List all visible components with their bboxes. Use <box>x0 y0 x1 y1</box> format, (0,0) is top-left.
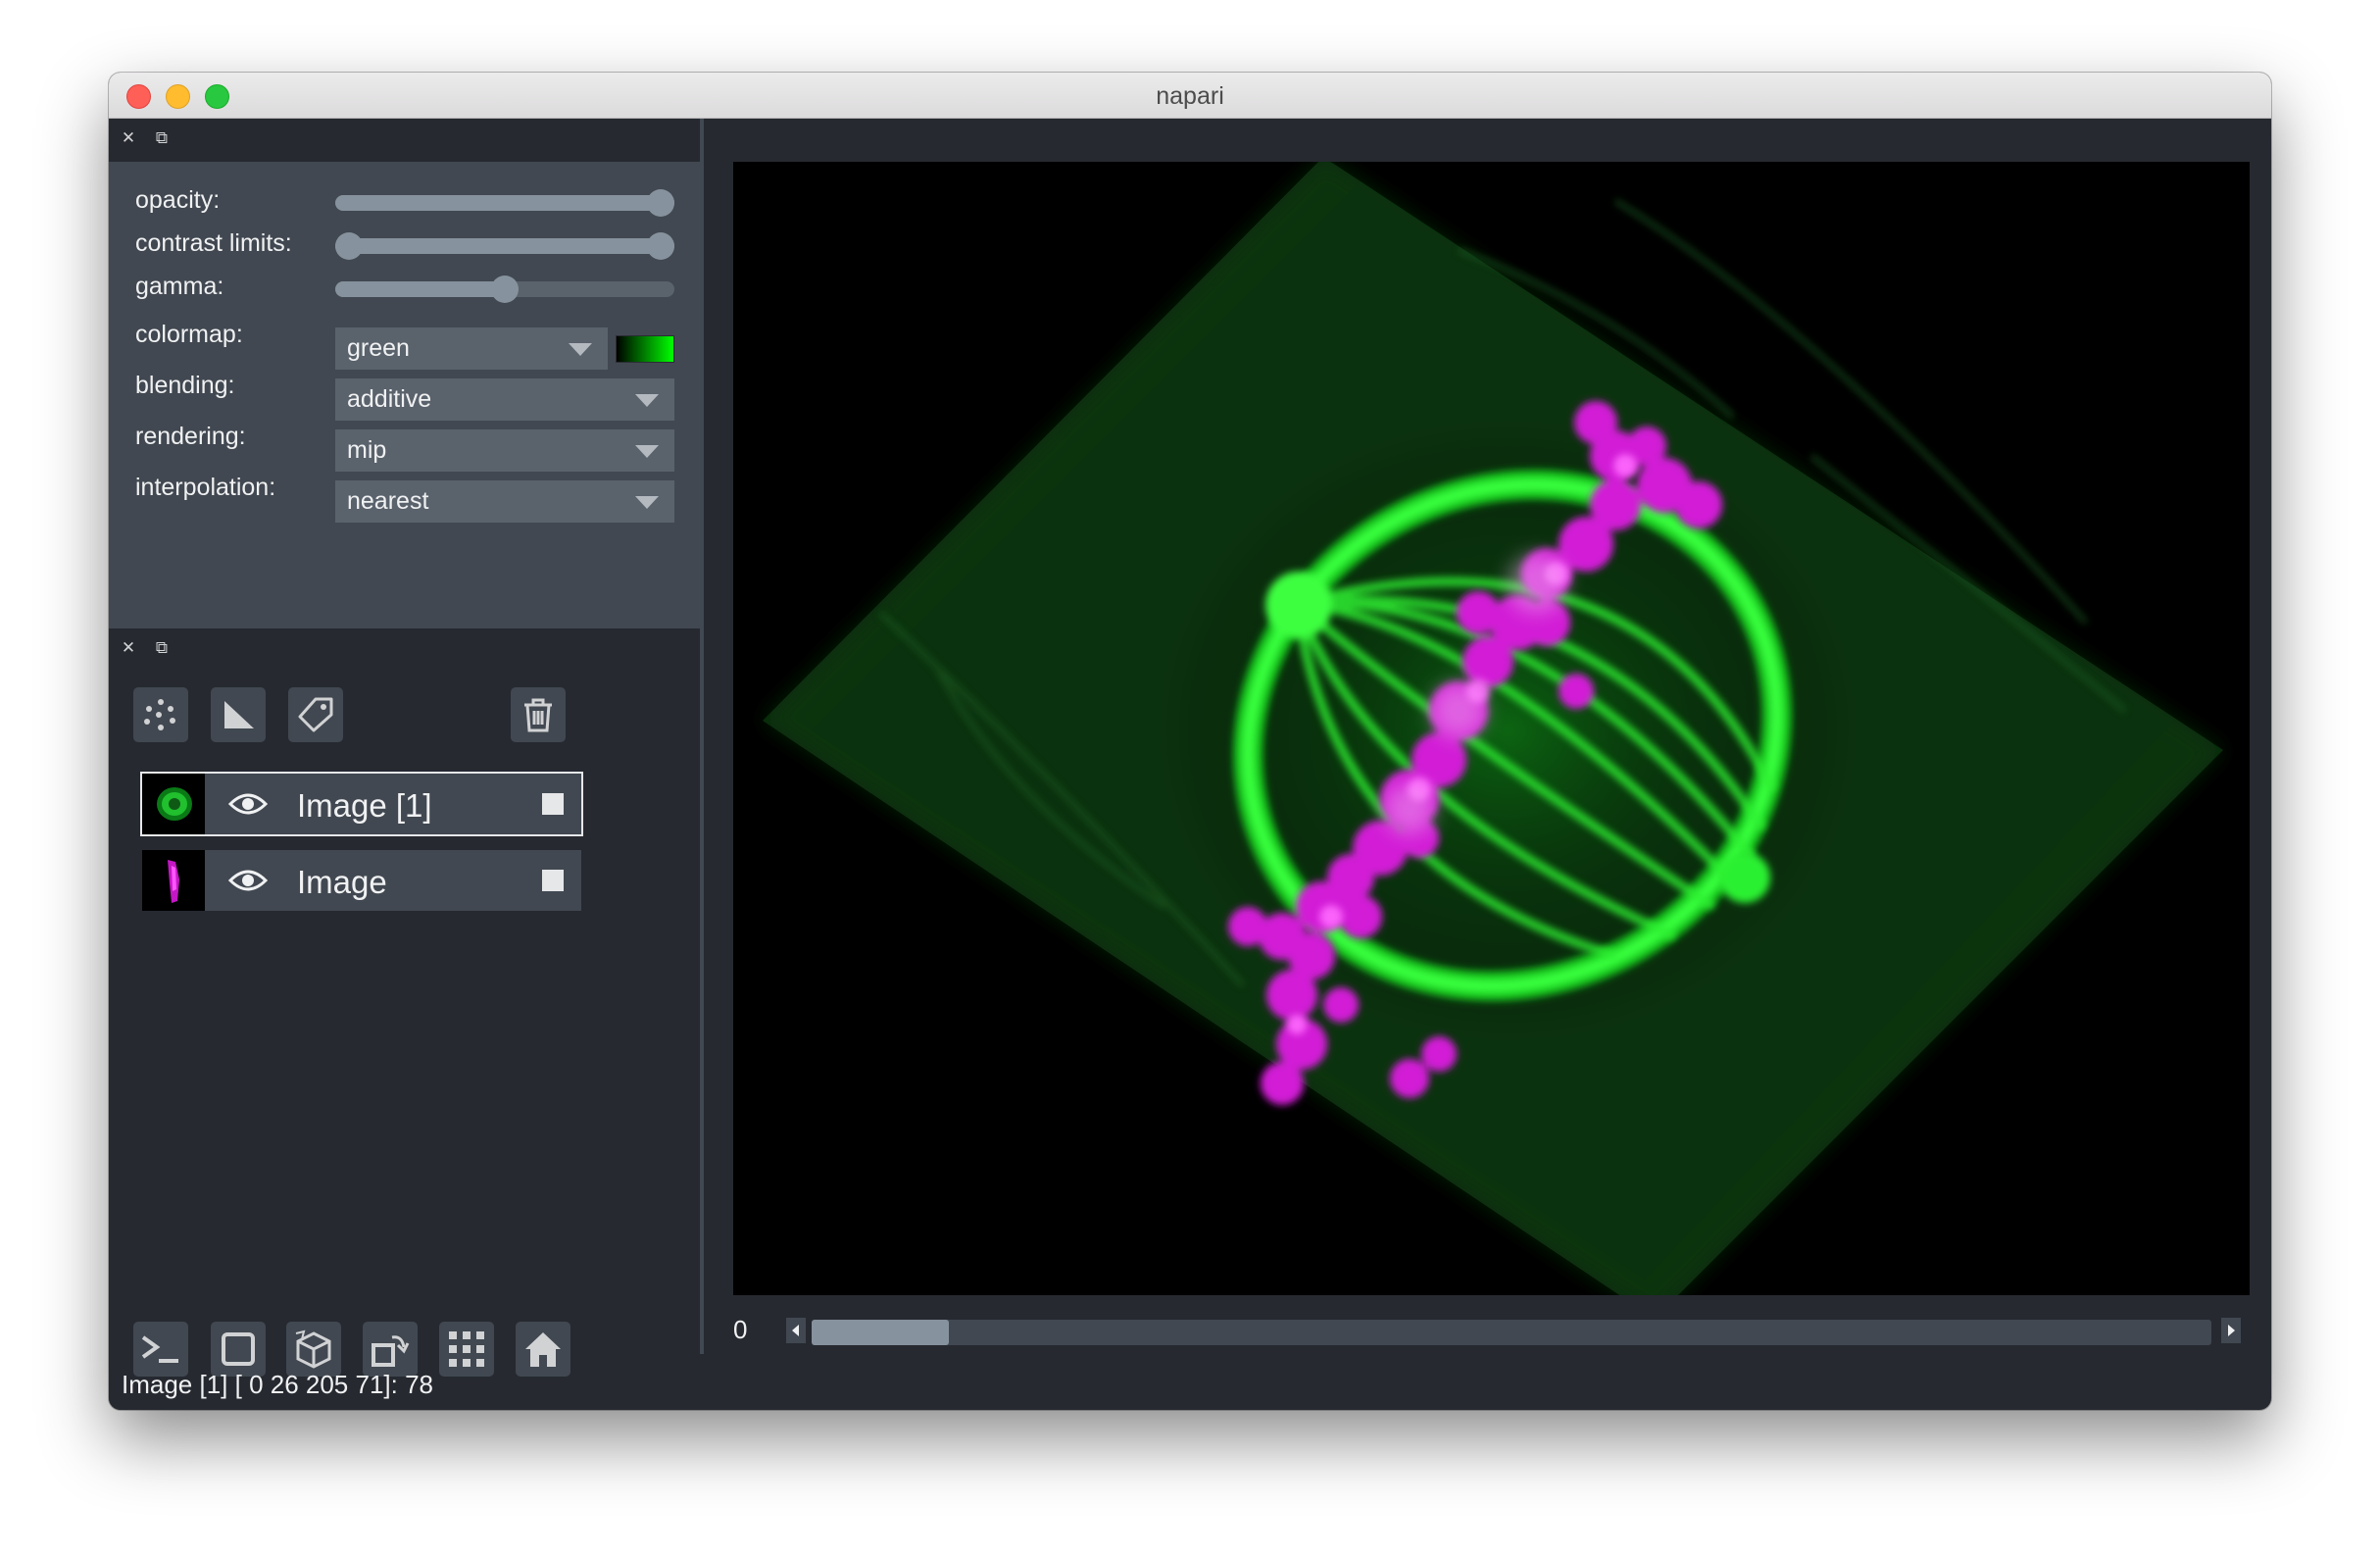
chevron-down-icon <box>635 496 659 509</box>
new-points-layer-button[interactable] <box>133 687 188 742</box>
visibility-eye-icon[interactable] <box>228 867 268 894</box>
layer-name[interactable]: Image <box>297 864 387 901</box>
contrast-min-handle[interactable] <box>335 232 363 260</box>
colormap-colorbar <box>616 335 674 363</box>
blending-label: blending: <box>135 372 235 399</box>
panel-divider[interactable] <box>700 119 704 1354</box>
visibility-eye-icon[interactable] <box>228 790 268 818</box>
dimension-scroll-thumb[interactable] <box>812 1320 949 1345</box>
2d-view-icon <box>222 1332 255 1366</box>
colormap-label: colormap: <box>135 321 243 348</box>
layer-select-checkbox[interactable] <box>542 870 564 891</box>
grid-view-button[interactable] <box>439 1322 494 1377</box>
contrast-max-handle[interactable] <box>647 232 674 260</box>
layer-controls-dock-title: ✕ ⧉ <box>109 119 700 162</box>
grid-icon <box>449 1331 484 1367</box>
layer-thumbnail <box>142 850 205 911</box>
layer-select-checkbox[interactable] <box>542 793 564 815</box>
title-bar: napari <box>109 73 2271 119</box>
colormap-value: green <box>347 334 410 362</box>
status-bar-text: Image [1] [ 0 26 205 71]: 78 <box>122 1370 434 1399</box>
opacity-label: opacity: <box>135 186 221 214</box>
chevron-left-icon <box>792 1325 799 1336</box>
points-icon <box>144 699 175 730</box>
layer-name[interactable]: Image [1] <box>297 787 432 825</box>
interpolation-dropdown[interactable]: nearest <box>335 480 674 523</box>
shapes-icon <box>224 701 254 728</box>
transpose-icon <box>372 1335 410 1367</box>
home-icon <box>525 1332 561 1367</box>
scroll-left-button[interactable] <box>786 1318 806 1343</box>
layer-controls-panel: opacity: contrast limits: gamma: colorma… <box>109 162 700 628</box>
new-labels-layer-button[interactable] <box>288 687 343 742</box>
colormap-dropdown[interactable]: green <box>335 327 608 370</box>
3d-view-icon <box>295 1329 331 1369</box>
dock-close-icon[interactable]: ✕ <box>119 128 138 148</box>
gamma-slider[interactable] <box>335 276 674 303</box>
chevron-down-icon <box>635 394 659 407</box>
scroll-right-button[interactable] <box>2221 1318 2241 1343</box>
chevron-down-icon <box>569 343 592 356</box>
new-shapes-layer-button[interactable] <box>211 687 266 742</box>
labels-icon <box>298 697 333 732</box>
microscopy-image <box>763 162 2223 1295</box>
toggle-3d-view-button[interactable] <box>286 1322 341 1377</box>
napari-window: napari ✕ ⧉ opacity: contrast limits: gam… <box>109 73 2271 1410</box>
blending-dropdown[interactable]: additive <box>335 378 674 421</box>
opacity-slider-handle[interactable] <box>647 189 674 217</box>
left-panel: ✕ ⧉ opacity: contrast limits: gamma: col… <box>109 119 700 1410</box>
layer-list-dock: ✕ ⧉ Image [1] Image <box>109 628 700 1410</box>
toggle-2d-view-button[interactable] <box>211 1322 266 1377</box>
reset-view-button[interactable] <box>516 1322 570 1377</box>
layer-list-dock-title: ✕ ⧉ <box>109 628 700 672</box>
rendering-dropdown[interactable]: mip <box>335 429 674 472</box>
window-title: napari <box>1156 82 1224 110</box>
layer-row-image-1[interactable]: Image [1] <box>140 772 583 836</box>
dock-float-icon[interactable]: ⧉ <box>152 638 172 658</box>
rendering-value: mip <box>347 436 387 464</box>
contrast-limits-slider[interactable] <box>335 232 674 260</box>
blending-value: additive <box>347 385 432 413</box>
layer-thumbnail <box>142 774 205 834</box>
dimension-scroll-track[interactable] <box>812 1320 2211 1345</box>
dock-float-icon[interactable]: ⧉ <box>152 128 172 148</box>
gamma-label: gamma: <box>135 273 224 300</box>
opacity-slider[interactable] <box>335 189 674 217</box>
transpose-button[interactable] <box>363 1322 418 1377</box>
dimension-slider[interactable]: 0 <box>733 1313 2250 1348</box>
chevron-right-icon <box>2228 1325 2235 1336</box>
chevron-down-icon <box>635 445 659 458</box>
gamma-slider-handle[interactable] <box>491 276 519 303</box>
dimension-slider-label: 0 <box>733 1315 748 1344</box>
interpolation-value: nearest <box>347 487 429 515</box>
layer-row-image[interactable]: Image <box>142 850 581 911</box>
contrast-limits-label: contrast limits: <box>135 229 292 257</box>
image-canvas[interactable] <box>733 162 2250 1295</box>
console-icon <box>141 1335 178 1363</box>
console-button[interactable] <box>133 1322 188 1377</box>
delete-icon <box>524 698 552 732</box>
dock-close-icon[interactable]: ✕ <box>119 638 138 658</box>
interpolation-label: interpolation: <box>135 474 276 501</box>
rendering-label: rendering: <box>135 423 246 450</box>
delete-layer-button[interactable] <box>511 687 566 742</box>
